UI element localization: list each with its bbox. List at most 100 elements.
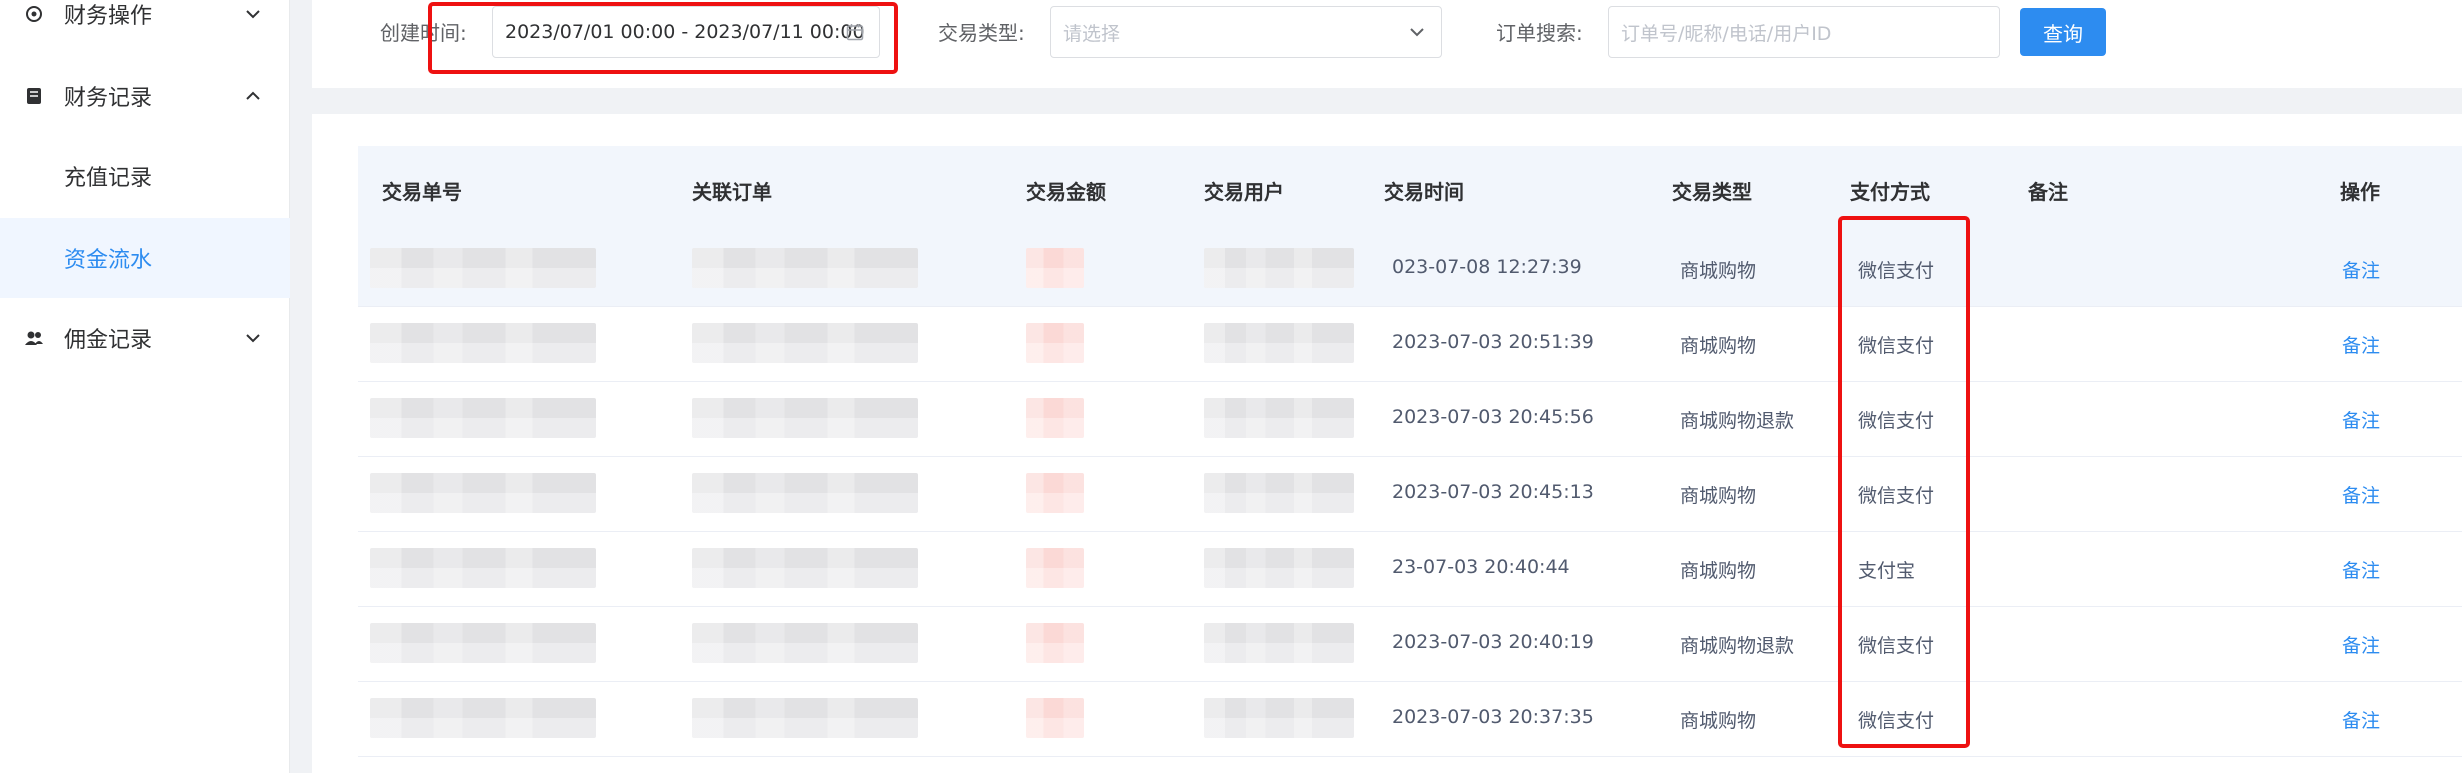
redacted-related-order — [692, 248, 918, 288]
chevron-down-icon — [244, 329, 262, 347]
trade-type-cell: 商城购物 — [1680, 485, 1757, 507]
redacted-related-order — [692, 323, 918, 363]
sidebar-item-label: 充值记录 — [64, 166, 153, 191]
redacted-trade-no — [370, 548, 596, 588]
redacted-user — [1204, 623, 1354, 663]
remark-action-link[interactable]: 备注 — [2342, 256, 2380, 283]
table-row[interactable]: 2023-07-03 20:51:39 商城购物 微信支付 备注 — [358, 307, 2462, 382]
remark-action-link[interactable]: 备注 — [2342, 706, 2380, 733]
redacted-amount — [1026, 248, 1084, 288]
book-icon — [24, 86, 44, 106]
trade-time-cell: 2023-07-03 20:37:35 — [1392, 706, 1594, 728]
column-header: 交易单号 — [382, 180, 462, 204]
redacted-user — [1204, 248, 1354, 288]
trade-time-cell: 23-07-03 20:40:44 — [1392, 556, 1570, 578]
order-search-placeholder: 订单号/昵称/电话/用户ID — [1621, 22, 1832, 45]
finance-ops-icon — [24, 4, 44, 24]
sidebar-item-label: 佣金记录 — [64, 328, 153, 353]
column-header: 交易金额 — [1026, 180, 1106, 204]
sidebar-item-recharge-records[interactable]: 充值记录 — [0, 136, 290, 216]
query-button[interactable]: 查询 — [2020, 8, 2106, 56]
redacted-related-order — [692, 548, 918, 588]
column-header: 交易类型 — [1672, 180, 1752, 204]
users-icon — [24, 328, 44, 348]
redacted-amount — [1026, 548, 1084, 588]
column-header: 支付方式 — [1850, 180, 1930, 204]
column-header: 关联订单 — [692, 180, 772, 204]
sidebar-item-fund-flow[interactable]: 资金流水 — [0, 218, 290, 298]
column-header: 交易时间 — [1384, 180, 1464, 204]
trade-time-cell: 2023-07-03 20:51:39 — [1392, 331, 1594, 353]
table-row[interactable]: 023-07-08 12:27:39 商城购物 微信支付 备注 — [358, 232, 2462, 307]
trade-time-cell: 023-07-08 12:27:39 — [1392, 256, 1582, 278]
redacted-trade-no — [370, 623, 596, 663]
remark-action-link[interactable]: 备注 — [2342, 481, 2380, 508]
redacted-amount — [1026, 698, 1084, 738]
order-search-input[interactable]: 订单号/昵称/电话/用户ID — [1608, 6, 2000, 58]
redacted-related-order — [692, 698, 918, 738]
column-header: 备注 — [2028, 180, 2068, 204]
trade-type-cell: 商城购物退款 — [1680, 635, 1795, 657]
redacted-trade-no — [370, 323, 596, 363]
created-time-label: 创建时间: — [380, 21, 467, 45]
trade-type-placeholder: 请选择 — [1063, 22, 1121, 45]
redacted-amount — [1026, 473, 1084, 513]
remark-action-link[interactable]: 备注 — [2342, 631, 2380, 658]
redacted-trade-no — [370, 248, 596, 288]
payment-method-cell: 微信支付 — [1858, 635, 1935, 657]
payment-method-cell: 微信支付 — [1858, 710, 1935, 732]
chevron-down-icon — [244, 5, 262, 23]
redacted-amount — [1026, 323, 1084, 363]
trade-time-cell: 2023-07-03 20:45:56 — [1392, 406, 1594, 428]
remark-action-link[interactable]: 备注 — [2342, 556, 2380, 583]
order-search-label: 订单搜索: — [1496, 21, 1583, 45]
trade-type-label: 交易类型: — [938, 21, 1025, 45]
date-range-value: 2023/07/01 00:00 - 2023/07/11 00:00 — [505, 21, 865, 43]
payment-method-cell: 微信支付 — [1858, 485, 1935, 507]
redacted-amount — [1026, 398, 1084, 438]
table-row[interactable]: 2023-07-03 20:40:19 商城购物退款 微信支付 备注 — [358, 607, 2462, 682]
sidebar: 财务操作 财务记录 充值记录 资金流水 佣金记录 — [0, 0, 290, 773]
table-row[interactable]: 2023-07-03 20:45:13 商城购物 微信支付 备注 — [358, 457, 2462, 532]
table-row[interactable]: 2023-07-03 20:37:35 商城购物 微信支付 备注 — [358, 682, 2462, 757]
column-header: 交易用户 — [1204, 180, 1284, 204]
column-header: 操作 — [2340, 180, 2380, 204]
redacted-user — [1204, 548, 1354, 588]
sidebar-item-label: 财务操作 — [64, 4, 153, 29]
redacted-user — [1204, 398, 1354, 438]
trade-time-cell: 2023-07-03 20:45:13 — [1392, 481, 1594, 503]
redacted-related-order — [692, 473, 918, 513]
trade-type-cell: 商城购物退款 — [1680, 410, 1795, 432]
table-row[interactable]: 2023-07-03 20:45:56 商城购物退款 微信支付 备注 — [358, 382, 2462, 457]
remark-action-link[interactable]: 备注 — [2342, 331, 2380, 358]
trade-type-select[interactable]: 请选择 — [1050, 6, 1442, 58]
date-range-picker[interactable]: 2023/07/01 00:00 - 2023/07/11 00:00 — [492, 6, 880, 58]
payment-method-cell: 微信支付 — [1858, 335, 1935, 357]
remark-action-link[interactable]: 备注 — [2342, 406, 2380, 433]
table-header: 交易单号 关联订单 交易金额 交易用户 交易时间 交易类型 支付方式 备注 操作 — [358, 146, 2462, 232]
payment-method-cell: 微信支付 — [1858, 410, 1935, 432]
sidebar-item-finance-records[interactable]: 财务记录 — [0, 56, 290, 136]
redacted-trade-no — [370, 473, 596, 513]
redacted-user — [1204, 698, 1354, 738]
redacted-user — [1204, 323, 1354, 363]
redacted-related-order — [692, 623, 918, 663]
sidebar-item-finance-ops[interactable]: 财务操作 — [0, 0, 290, 54]
filter-panel: 创建时间: 2023/07/01 00:00 - 2023/07/11 00:0… — [312, 0, 2462, 88]
chevron-up-icon — [244, 87, 262, 105]
payment-method-cell: 微信支付 — [1858, 260, 1935, 282]
redacted-trade-no — [370, 398, 596, 438]
redacted-related-order — [692, 398, 918, 438]
chevron-down-icon — [1407, 22, 1427, 42]
table-panel: 交易单号 关联订单 交易金额 交易用户 交易时间 交易类型 支付方式 备注 操作… — [312, 114, 2462, 773]
trade-time-cell: 2023-07-03 20:40:19 — [1392, 631, 1594, 653]
table-row[interactable]: 23-07-03 20:40:44 商城购物 支付宝 备注 — [358, 532, 2462, 607]
redacted-amount — [1026, 623, 1084, 663]
trade-type-cell: 商城购物 — [1680, 260, 1757, 282]
trade-type-cell: 商城购物 — [1680, 335, 1757, 357]
payment-method-cell: 支付宝 — [1858, 560, 1916, 582]
sidebar-item-commission-records[interactable]: 佣金记录 — [0, 298, 290, 378]
sidebar-item-label: 财务记录 — [64, 86, 153, 111]
calendar-icon — [845, 22, 865, 42]
trade-type-cell: 商城购物 — [1680, 710, 1757, 732]
